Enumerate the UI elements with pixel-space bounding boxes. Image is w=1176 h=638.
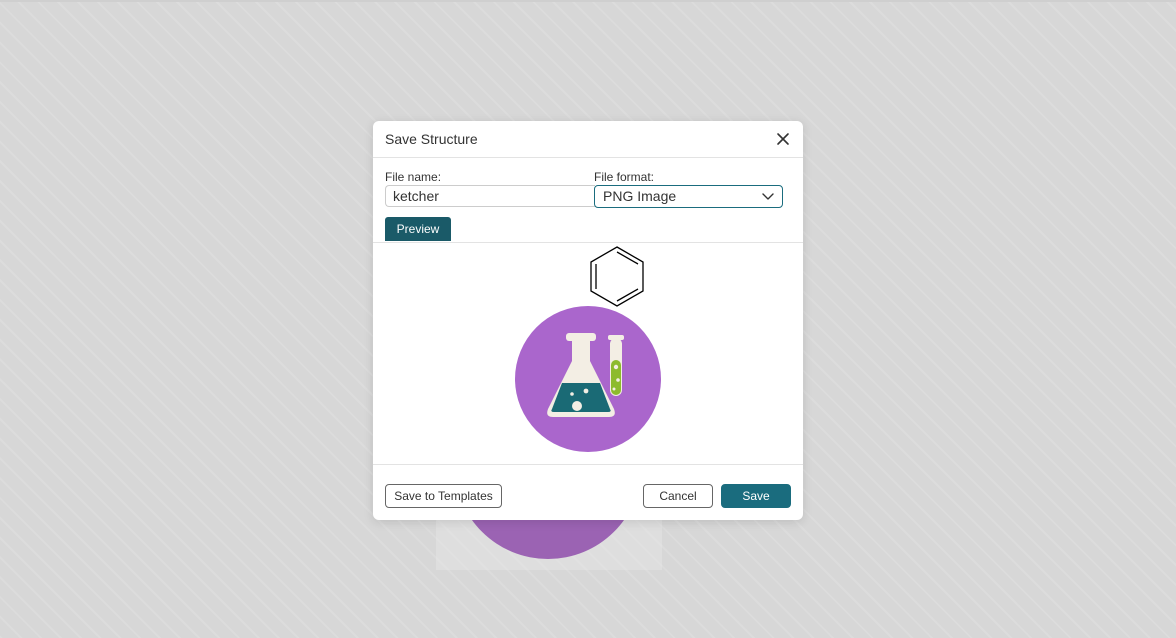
backdrop-top-edge <box>0 0 1176 2</box>
file-format-select[interactable]: PNG Image <box>594 185 783 208</box>
save-to-templates-button[interactable]: Save to Templates <box>385 484 502 508</box>
close-icon <box>777 133 789 145</box>
file-format-label: File format: <box>594 170 655 184</box>
chemistry-flask-logo-icon <box>515 306 661 452</box>
dialog-header: Save Structure <box>373 121 803 158</box>
tab-preview[interactable]: Preview <box>385 217 451 241</box>
close-button[interactable] <box>773 129 793 149</box>
save-structure-dialog: Save Structure File name: File format: P… <box>373 121 803 520</box>
save-button[interactable]: Save <box>721 484 791 508</box>
dialog-title: Save Structure <box>385 131 478 147</box>
file-format-value: PNG Image <box>603 188 677 204</box>
file-name-input[interactable] <box>385 185 595 207</box>
file-name-label: File name: <box>385 170 442 184</box>
chevron-down-icon <box>762 193 774 200</box>
cancel-button[interactable]: Cancel <box>643 484 713 508</box>
benzene-ring-icon <box>590 246 644 307</box>
preview-area <box>373 242 803 465</box>
